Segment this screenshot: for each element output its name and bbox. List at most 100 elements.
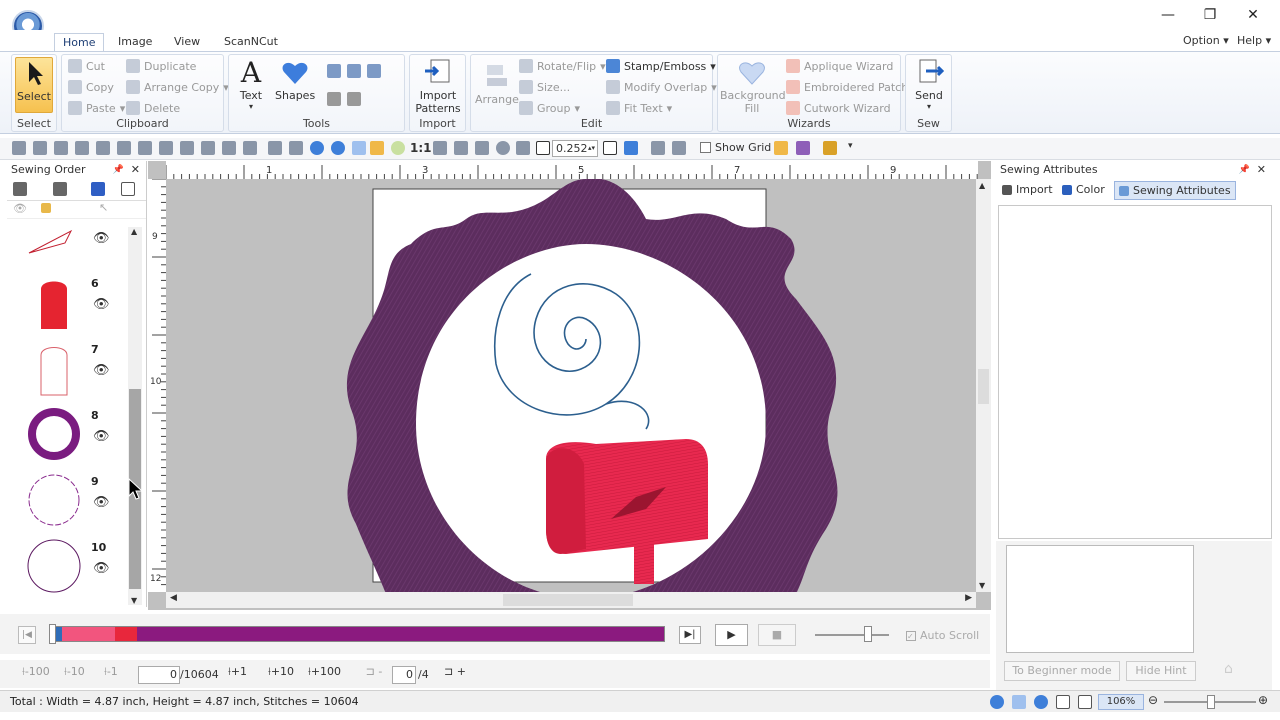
eye-filter-icon[interactable]: 👁 xyxy=(13,202,27,215)
settings-icon[interactable] xyxy=(289,141,303,155)
print-view-status-icon[interactable] xyxy=(1078,695,1092,709)
frame-order-icon[interactable] xyxy=(121,182,135,196)
color-list-icon[interactable] xyxy=(796,141,810,155)
zoom-fit-small-icon[interactable] xyxy=(454,141,468,155)
tab-image[interactable]: Image xyxy=(110,33,160,52)
color-minus-button[interactable]: ⊐ - xyxy=(354,665,394,678)
undo-icon[interactable] xyxy=(96,141,110,155)
minimize-button[interactable]: — xyxy=(1145,0,1191,30)
go-start-button[interactable]: |◀ xyxy=(18,626,36,644)
stitch-view-icon[interactable] xyxy=(331,141,345,155)
sequence-slider-handle[interactable] xyxy=(49,624,56,644)
stitch-view-status-icon[interactable] xyxy=(1012,695,1026,709)
zoom-in-icon[interactable] xyxy=(327,64,341,78)
grid-icon[interactable] xyxy=(774,141,788,155)
toolbar-overflow-icon[interactable]: ▾ xyxy=(848,141,853,151)
zoom-out-small-icon[interactable] xyxy=(516,141,530,155)
import-patterns-button[interactable]: Import Patterns xyxy=(412,57,464,115)
paste-button[interactable]: Paste ▾ xyxy=(68,101,125,115)
visibility-eye-icon[interactable]: 👁 xyxy=(93,297,110,312)
step-plus-10-button[interactable]: ⟊+10 xyxy=(268,665,294,679)
step-plus-1-button[interactable]: ⟊+1 xyxy=(228,665,247,679)
cursor-filter-icon[interactable]: ↖ xyxy=(99,201,108,214)
list-item-10[interactable] xyxy=(25,537,83,595)
sewing-order-scrollbar[interactable]: ▲ ▼ xyxy=(128,227,142,605)
select-all-icon[interactable] xyxy=(13,182,27,196)
tab-import[interactable]: Import xyxy=(1002,183,1053,196)
speed-slider-track[interactable] xyxy=(815,634,889,636)
knife-icon[interactable] xyxy=(651,141,665,155)
embroidered-patch-button[interactable]: Embroidered Patch xyxy=(786,80,908,94)
print-icon[interactable] xyxy=(243,141,257,155)
color-number-field[interactable]: 0 xyxy=(392,666,416,684)
visibility-eye-icon[interactable]: 👁 xyxy=(93,495,110,510)
export-icon[interactable] xyxy=(222,141,236,155)
text-button[interactable]: A Text ▾ xyxy=(235,57,267,112)
duplicate-button[interactable]: Duplicate xyxy=(126,59,196,73)
auto-scroll-checkbox[interactable]: ✓ xyxy=(906,630,916,641)
cut-button[interactable]: Cut xyxy=(68,59,105,73)
visibility-eye-icon[interactable]: 👁 xyxy=(93,561,110,576)
tab-view[interactable]: View xyxy=(166,33,208,52)
sort-icon[interactable] xyxy=(53,182,67,196)
panel-close-icon[interactable]: ✕ xyxy=(131,161,140,179)
zoom-out-icon[interactable] xyxy=(347,64,361,78)
scroll-right-icon[interactable]: ▶ xyxy=(965,593,972,603)
restore-button[interactable]: ❐ xyxy=(1187,0,1233,30)
step-minus-1-button[interactable]: ⟊-1 xyxy=(104,665,118,679)
stamp-emboss-button[interactable]: Stamp/Emboss ▾ xyxy=(606,59,716,73)
applique-wizard-button[interactable]: Applique Wizard xyxy=(786,59,893,73)
zoom-in-status-icon[interactable]: ⊕ xyxy=(1258,693,1268,707)
paste-page-icon[interactable] xyxy=(180,141,194,155)
delete-button[interactable]: Delete xyxy=(126,101,180,115)
scrollbar-thumb[interactable] xyxy=(503,594,633,606)
color-plus-button[interactable]: ⊐ + xyxy=(444,665,466,678)
list-item-6[interactable] xyxy=(25,273,83,331)
step-plus-100-button[interactable]: ⟊+100 xyxy=(308,665,341,679)
pin-icon[interactable]: 📌 xyxy=(113,161,124,179)
measure-icon[interactable] xyxy=(347,92,361,106)
show-grid-toggle[interactable]: Show Grid xyxy=(700,141,771,154)
shapes-button[interactable]: Shapes xyxy=(275,57,315,102)
save-icon[interactable] xyxy=(54,141,68,155)
hoop-icon[interactable] xyxy=(370,141,384,155)
copy-button[interactable]: Copy xyxy=(68,80,114,94)
send-button[interactable]: Send ▾ xyxy=(908,57,950,111)
speed-slider-handle[interactable] xyxy=(864,626,872,642)
page-view-status-icon[interactable] xyxy=(1056,695,1070,709)
visibility-eye-icon[interactable]: 👁 xyxy=(93,363,110,378)
realistic-view-status-icon[interactable] xyxy=(990,695,1004,709)
step-minus-10-button[interactable]: ⟊-10 xyxy=(64,665,85,679)
layer-icon[interactable] xyxy=(201,141,215,155)
scroll-up-icon[interactable]: ▲ xyxy=(979,181,985,190)
new-file-icon[interactable] xyxy=(12,141,26,155)
list-item-previous[interactable] xyxy=(25,227,83,257)
save-as-icon[interactable] xyxy=(75,141,89,155)
ratio-button[interactable]: 1:1 xyxy=(410,141,432,155)
transform-icon[interactable] xyxy=(624,141,638,155)
outline-view-status-icon[interactable] xyxy=(1034,695,1048,709)
stitch-number-field[interactable]: 0 xyxy=(138,666,180,684)
tab-sewing-attributes[interactable]: Sewing Attributes xyxy=(1114,181,1236,200)
copy-page-icon[interactable] xyxy=(159,141,173,155)
zoom-select-icon[interactable] xyxy=(475,141,489,155)
help-menu[interactable]: Help ▾ xyxy=(1237,34,1271,47)
design-canvas[interactable]: 1 3 5 7 9 9 10 12 ▲ ▼ ◀ ▶ xyxy=(148,161,991,610)
fit-text-button[interactable]: Fit Text ▾ xyxy=(606,101,672,115)
select-button[interactable]: Select xyxy=(15,57,53,113)
rotate-flip-button[interactable]: Rotate/Flip ▾ xyxy=(519,59,606,73)
color-sort-icon[interactable] xyxy=(91,182,105,196)
list-item-8[interactable] xyxy=(25,405,83,463)
page-icon[interactable] xyxy=(138,141,152,155)
tab-color[interactable]: Color xyxy=(1062,183,1105,196)
modify-overlap-button[interactable]: Modify Overlap ▾ xyxy=(606,80,717,94)
beginner-mode-button[interactable]: To Beginner mode xyxy=(1004,661,1120,681)
go-end-button[interactable]: ▶| xyxy=(679,626,701,644)
background-icon[interactable] xyxy=(391,141,405,155)
scroll-left-icon[interactable]: ◀ xyxy=(170,593,177,603)
redo-icon[interactable] xyxy=(117,141,131,155)
zoom-fit-icon[interactable] xyxy=(367,64,381,78)
hand-pan-icon[interactable] xyxy=(327,92,341,106)
zoom-in-small-icon[interactable] xyxy=(433,141,447,155)
scroll-down-icon[interactable]: ▼ xyxy=(131,596,137,605)
